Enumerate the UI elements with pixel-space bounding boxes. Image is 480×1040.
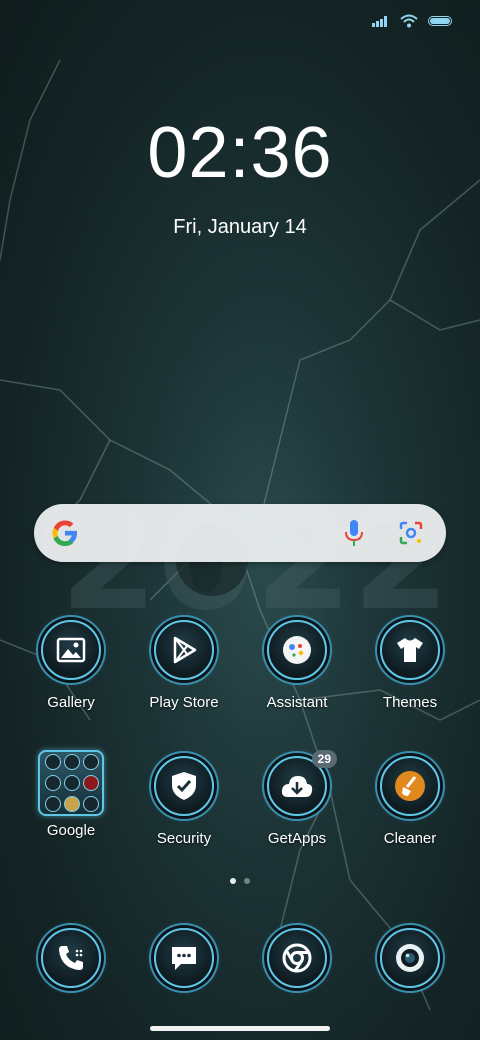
folder-google[interactable]: Google	[15, 750, 127, 839]
chrome-icon	[267, 928, 327, 988]
app-gallery[interactable]: Gallery	[15, 620, 127, 711]
app-cleaner[interactable]: Cleaner	[354, 756, 466, 847]
gallery-icon	[41, 620, 101, 680]
home-indicator[interactable]	[150, 1026, 330, 1031]
getapps-icon: 29	[267, 750, 337, 816]
app-getapps[interactable]: 29 GetApps	[241, 750, 353, 847]
cleaner-icon	[380, 756, 440, 816]
page-dot-1[interactable]	[230, 878, 236, 884]
wifi-icon	[400, 14, 418, 28]
dock-messages[interactable]	[128, 928, 240, 988]
app-label: Security	[156, 830, 212, 847]
app-label: Google	[46, 822, 96, 839]
lens-icon[interactable]	[398, 520, 424, 546]
google-search-bar[interactable]	[34, 504, 446, 562]
dock-phone[interactable]	[15, 928, 127, 988]
dock-chrome[interactable]	[241, 928, 353, 988]
phone-icon	[41, 928, 101, 988]
page-indicator	[0, 878, 480, 884]
app-security[interactable]: Security	[128, 756, 240, 847]
play-store-icon	[154, 620, 214, 680]
app-assistant[interactable]: Assistant	[241, 620, 353, 711]
app-label: Assistant	[266, 694, 328, 711]
google-g-icon	[52, 520, 77, 546]
google-folder-icon	[38, 750, 104, 816]
page-dot-2[interactable]	[244, 878, 250, 884]
lock-date: Fri, January 14	[173, 216, 307, 238]
dock-camera[interactable]	[354, 928, 466, 988]
themes-icon	[380, 620, 440, 680]
battery-icon	[428, 16, 452, 26]
app-label: Gallery	[47, 694, 95, 711]
messages-icon	[154, 928, 214, 988]
app-label: Themes	[382, 694, 438, 711]
mic-icon[interactable]	[340, 518, 368, 548]
cellular-signal-icon	[372, 16, 387, 27]
status-bar	[372, 14, 452, 28]
app-themes[interactable]: Themes	[354, 620, 466, 711]
camera-icon	[380, 928, 440, 988]
app-label: Cleaner	[383, 830, 437, 847]
lock-clock: 02:36	[147, 113, 333, 193]
app-label: Play Store	[149, 694, 219, 711]
notification-badge: 29	[311, 750, 337, 768]
app-play-store[interactable]: Play Store	[128, 620, 240, 711]
app-label: GetApps	[267, 830, 327, 847]
security-icon	[154, 756, 214, 816]
assistant-icon	[267, 620, 327, 680]
battery-level	[430, 18, 450, 24]
